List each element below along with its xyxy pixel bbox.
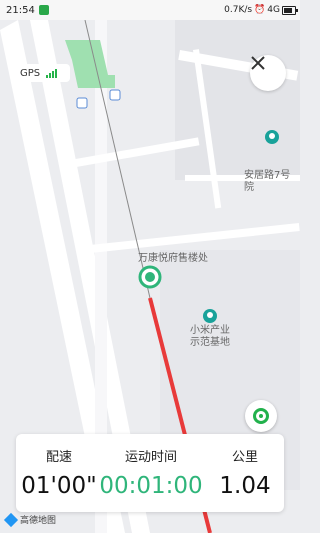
- close-button[interactable]: [250, 55, 286, 91]
- pace-stat: 配速 01'00": [16, 434, 102, 512]
- duration-stat: 运动时间 00:01:00: [96, 434, 206, 512]
- pace-value: 01'00": [21, 473, 97, 499]
- distance-stat: 公里 1.04: [206, 434, 284, 512]
- bus-stop-icon: [109, 89, 121, 101]
- status-icons: 0.7K/s ⏰ 4G: [224, 0, 298, 20]
- poi-pin-icon: [203, 309, 217, 323]
- start-marker-dot: [145, 272, 155, 282]
- alarm-icon: ⏰: [254, 5, 266, 15]
- network-speed: 0.7K/s: [224, 5, 253, 15]
- battery-icon: [282, 5, 298, 15]
- map-block: [175, 20, 300, 180]
- gps-indicator: GPS: [14, 64, 70, 82]
- locate-me-button[interactable]: [245, 400, 277, 432]
- gps-signal-icon: [46, 68, 58, 78]
- duration-label: 运动时间: [124, 450, 177, 465]
- status-bar: 21:54 0.7K/s ⏰ 4G: [0, 0, 300, 20]
- map-road: [90, 223, 300, 253]
- distance-label: 公里: [231, 450, 258, 465]
- map-attribution: 高德地图: [3, 512, 57, 527]
- bus-stop-icon: [76, 97, 88, 109]
- close-icon: [251, 56, 265, 70]
- app-notification-icon: [38, 5, 49, 15]
- poi-label: 万康悦府售楼处: [138, 253, 208, 264]
- distance-value: 1.04: [219, 473, 271, 499]
- attribution-text: 高德地图: [20, 516, 57, 526]
- duration-value: 00:01:00: [99, 473, 203, 499]
- poi-label: 安居路7号院: [244, 170, 291, 193]
- green-area: [65, 40, 115, 88]
- network-type: 4G: [267, 5, 280, 15]
- status-time: 21:54: [6, 4, 35, 16]
- workout-stats-panel: 配速 01'00" 运动时间 00:01:00 公里 1.04: [16, 434, 284, 512]
- amap-logo-icon: [3, 512, 19, 527]
- gps-label: GPS: [20, 67, 41, 79]
- poi-pin-icon: [265, 130, 279, 144]
- locate-icon: [253, 408, 269, 424]
- poi-label: 小米产业 示范基地: [190, 325, 230, 348]
- pace-label: 配速: [45, 450, 72, 465]
